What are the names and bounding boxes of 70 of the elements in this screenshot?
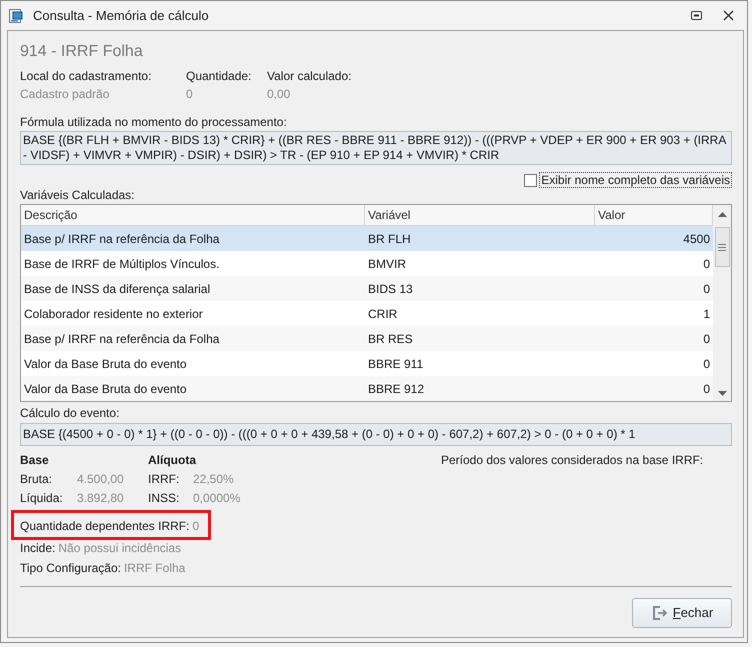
table-cell-text: BIDS 13 [367, 280, 414, 298]
restore-icon [690, 11, 702, 20]
grip-icon [718, 244, 726, 250]
table-row[interactable]: Base p/ IRRF na referência da Folha BR RES 0 [21, 326, 713, 351]
table-cell-text: Base de IRRF de Múltiplos Vínculos. [23, 256, 220, 272]
table-cell-text: 0 [702, 330, 711, 348]
caret-up-icon [718, 212, 726, 216]
close-dialog-button[interactable]: Fechar [632, 598, 732, 628]
table-cell-text: 1 [702, 306, 711, 322]
table-cell-text: Base de INSS da diferença salarial [23, 280, 212, 298]
field-label: Quantidade: [186, 68, 252, 84]
field-label: Bruta: [20, 471, 54, 487]
caret-down-icon [718, 390, 726, 396]
table-cell-text: 0 [702, 280, 711, 298]
checkbox[interactable] [524, 174, 538, 186]
table-row[interactable]: Valor da Base Bruta do evento BBRE 912 0 [21, 376, 713, 401]
exit-icon [650, 604, 669, 622]
field-value: Cadastro padrão [20, 86, 110, 102]
field-value: IRRF Folha [124, 560, 186, 576]
field-label: INSS: [148, 490, 180, 506]
table-cell-text: Colaborador residente no exterior [23, 306, 204, 322]
field-value: 0,00 [267, 86, 292, 102]
table-cell-text: BBRE 912 [367, 380, 426, 398]
checkbox-label: Exibir nome completo das variáveis [539, 172, 732, 188]
field-value: 0,0000% [193, 490, 240, 506]
field-label: Incide: [20, 540, 56, 556]
formula-label: Fórmula utilizada no momento do processamento: [20, 114, 288, 130]
scrollbar[interactable] [713, 205, 731, 401]
table-cell-text: BMVIR [367, 256, 408, 272]
table-cell-text: CRIR [367, 306, 398, 322]
table-cell-text: BR RES [367, 330, 414, 348]
table-cell-text: 4500 [682, 230, 711, 248]
field-label: Local do cadastramento: [20, 68, 152, 84]
close-icon [722, 10, 734, 21]
table-cell-text: 0 [702, 256, 711, 272]
field-label: Líquida: [20, 490, 64, 506]
field-label: Tipo Configuração: [20, 560, 121, 576]
table-row[interactable]: Base p/ IRRF na referência da Folha BR FLH 4500 [21, 226, 713, 251]
section-title: Base [20, 452, 50, 469]
calculation-label: Cálculo do evento: [20, 405, 120, 421]
column-header[interactable]: Valor [595, 205, 713, 226]
table-cell-text: Valor da Base Bruta do evento [23, 380, 188, 398]
period-label: Período dos valores considerados na base IRRF: [441, 452, 704, 468]
field-value: 0 [192, 518, 200, 534]
table-cell-text: Valor da Base Bruta do evento [23, 356, 188, 372]
scroll-thumb[interactable] [714, 227, 730, 267]
table-cell-text: BR FLH [367, 230, 412, 248]
column-header[interactable]: Variável [365, 205, 595, 226]
field-value: Não possui incidências [58, 540, 182, 556]
table-cell-text: 0 [702, 356, 711, 372]
table-cell-text: 0 [702, 380, 711, 398]
table-cell-text: BBRE 911 [367, 356, 424, 372]
field-label: IRRF: [148, 471, 180, 487]
event-title: 914 - IRRF Folha [20, 42, 144, 62]
table-cell-text: Base p/ IRRF na referência da Folha [23, 330, 220, 348]
field-label: Quantidade dependentes IRRF: [20, 518, 190, 534]
field-value: 3.892,80 [77, 490, 124, 506]
table-label: Variáveis Calculadas: [20, 187, 136, 203]
formula-field: BASE {(BR FLH + BMVIR - BIDS 13) * CRIR} + ((BR RES - BBRE 911 - BBRE 912)) - (((PRVP + VDEP + ER 900 + ER 903 + (IRRA - VIDSF) + VIMVR + VMPIR) - DSIR) + DSIR) > TR - (EP 910 + EP 914 + VMVIR) * CRIR [20, 131, 732, 165]
field-value: 4.500,00 [77, 471, 124, 487]
calculation-field: BASE {(4500 + 0 - 0) * 1} + ((0 - 0 - 0)) - (((0 + 0 + 0 + 439,58 + (0 - 0) + 0 + 0) - 607,2) + 607,2) > 0 - (0 + 0 + 0) * 1 [20, 423, 732, 446]
table-row[interactable]: Base de INSS da diferença salarial BIDS 13 0 [21, 276, 713, 301]
window-title: Consulta - Memória de cálculo [33, 6, 209, 25]
field-label: Valor calculado: [267, 68, 352, 84]
field-value: 22,50% [193, 471, 234, 487]
table-cell-text: Base p/ IRRF na referência da Folha [23, 230, 220, 248]
section-title: Alíquota [148, 452, 198, 469]
column-header[interactable]: Descrição [21, 205, 365, 226]
field-value: 0 [186, 86, 194, 102]
document-icon [8, 8, 24, 24]
